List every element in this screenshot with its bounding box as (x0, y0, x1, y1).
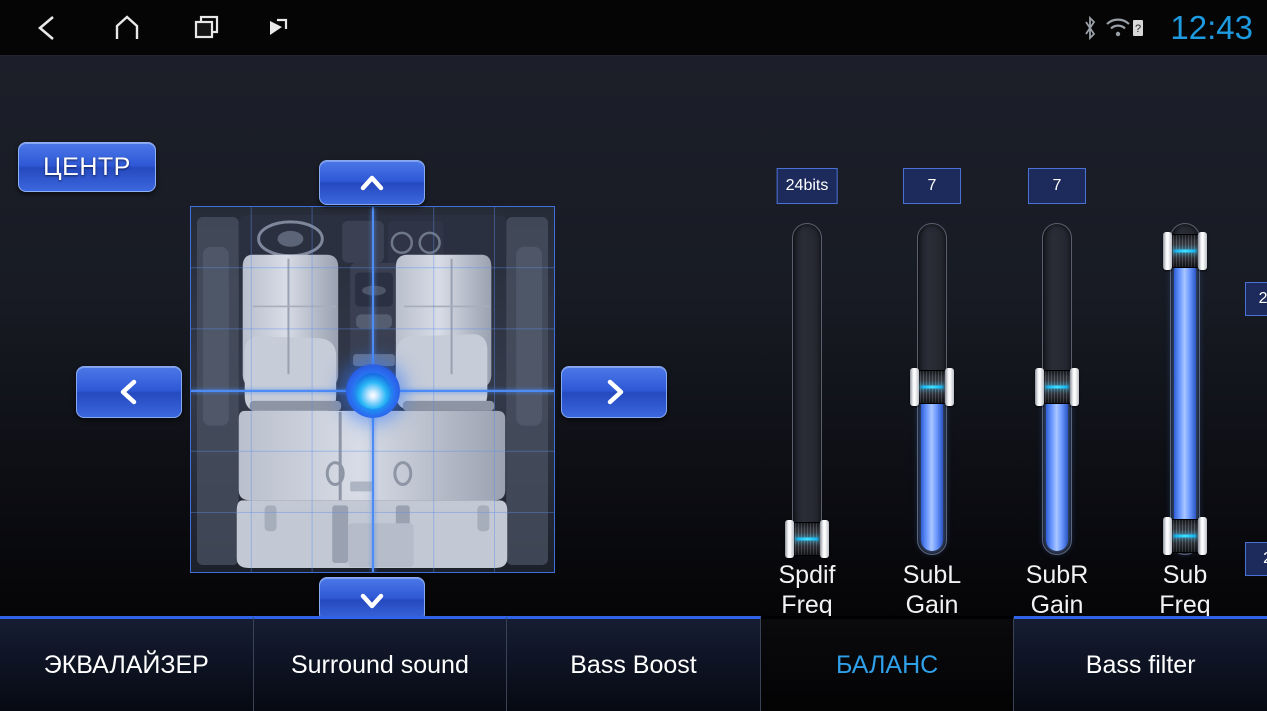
tab-surround-sound-label: Surround sound (290, 650, 469, 679)
tab-balance-label: БАЛАНС (835, 650, 939, 679)
car-audio-balance-screen: ? 12:43 ЦЕНТР 24bits Spdif Freq 7 SubL G… (0, 0, 1267, 711)
spdif-freq-track[interactable] (785, 223, 829, 558)
chevron-up-icon (360, 175, 384, 190)
svg-text:?: ? (1135, 23, 1141, 35)
balance-up-button[interactable] (319, 160, 425, 205)
chevron-down-icon (360, 593, 384, 608)
chevron-left-icon (120, 379, 137, 405)
handle-cap-left (910, 368, 919, 406)
handle-cap-right (820, 520, 829, 558)
center-button-label: ЦЕНТР (43, 152, 131, 181)
battery-icon: ? (1128, 0, 1148, 56)
back-icon[interactable] (16, 0, 78, 56)
balance-car-panel[interactable] (190, 206, 555, 573)
status-bar: ? 12:43 (0, 0, 1267, 56)
balance-position-dot[interactable] (346, 364, 400, 418)
chevron-right-icon (607, 379, 624, 405)
spdif-freq-value[interactable]: 24bits (776, 168, 838, 204)
handle-barrel (792, 522, 822, 556)
tab-balance[interactable]: БАЛАНС (760, 616, 1015, 711)
bluetooth-icon (1079, 0, 1101, 56)
sub-freq-label: Sub Freq (1105, 560, 1265, 620)
handle-barrel (1042, 370, 1072, 404)
tab-bass-boost-label: Bass Boost (570, 650, 697, 679)
sub-freq-track[interactable]: 250 25 (1163, 223, 1267, 576)
balance-right-button[interactable] (561, 366, 667, 418)
handle-barrel (1170, 519, 1200, 553)
home-icon[interactable] (96, 0, 158, 56)
balance-left-button[interactable] (76, 366, 182, 418)
spdif-freq-handle[interactable] (785, 520, 829, 558)
handle-cap-right (1198, 232, 1207, 270)
handle-barrel (1170, 234, 1200, 268)
sub-freq-handle-low[interactable] (1163, 517, 1207, 555)
tab-equalizer[interactable]: ЭКВАЛАЙЗЕР (0, 616, 254, 711)
sub-freq-handle-high[interactable] (1163, 232, 1207, 270)
tab-bass-filter-label: Bass filter (1085, 650, 1196, 679)
main-content: ЦЕНТР 24bits Spdif Freq 7 SubL Gain 7 Su… (0, 56, 1267, 622)
status-clock: 12:43 (1170, 9, 1253, 46)
handle-cap-right (1198, 517, 1207, 555)
subl-gain-handle[interactable] (910, 368, 954, 406)
center-button[interactable]: ЦЕНТР (18, 142, 156, 192)
sub-freq-value-high[interactable]: 250 (1245, 282, 1267, 316)
bottom-tab-bar: ЭКВАЛАЙЗЕР Surround sound Bass Boost БАЛ… (0, 616, 1267, 711)
subr-gain-track[interactable] (1035, 223, 1079, 555)
subr-gain-fill (1046, 391, 1068, 551)
subl-gain-track[interactable] (910, 223, 954, 555)
handle-cap-left (1163, 517, 1172, 555)
tab-surround-sound[interactable]: Surround sound (253, 616, 508, 711)
tab-bass-filter[interactable]: Bass filter (1014, 616, 1267, 711)
subr-gain-handle[interactable] (1035, 368, 1079, 406)
sub-freq-label-line1: Sub (1162, 561, 1208, 589)
handle-cap-right (945, 368, 954, 406)
subr-gain-value[interactable]: 7 (1028, 168, 1086, 204)
menu-icon[interactable] (248, 0, 310, 56)
handle-cap-left (1163, 232, 1172, 270)
subl-gain-value[interactable]: 7 (903, 168, 961, 204)
recents-icon[interactable] (176, 0, 238, 56)
handle-cap-left (785, 520, 794, 558)
tab-bass-boost[interactable]: Bass Boost (507, 616, 761, 711)
subl-gain-fill (921, 391, 943, 551)
handle-cap-left (1035, 368, 1044, 406)
sub-freq-fill (1174, 259, 1196, 551)
tab-equalizer-label: ЭКВАЛАЙЗЕР (43, 650, 209, 679)
handle-barrel (917, 370, 947, 404)
handle-cap-right (1070, 368, 1079, 406)
